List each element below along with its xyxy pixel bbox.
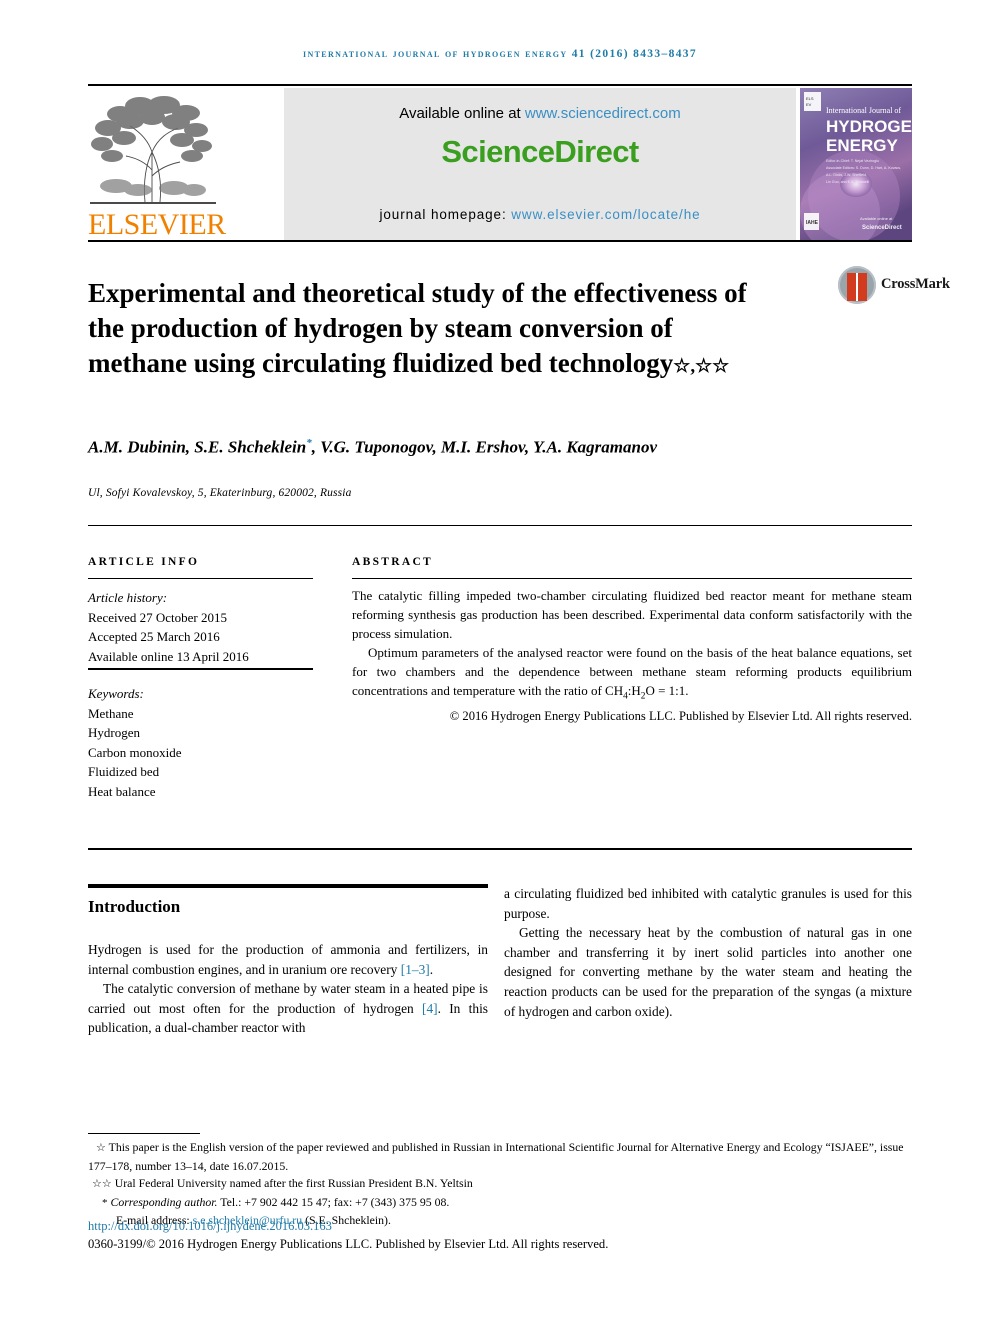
article-history-label: Article history: <box>88 590 168 605</box>
abstract-paragraph-1: The catalytic filling impeded two-chambe… <box>352 588 912 641</box>
issn-copyright-line: 0360-3199/© 2016 Hydrogen Energy Publica… <box>88 1237 609 1251</box>
doi-link[interactable]: http://dx.doi.org/10.1016/j.ijhydene.201… <box>88 1219 332 1234</box>
body-column-left: Hydrogen is used for the production of a… <box>88 940 488 1038</box>
elsevier-logo: ELSEVIER <box>88 88 226 241</box>
page-title: Experimental and theoretical study of th… <box>88 276 748 384</box>
sciencedirect-logo: ScienceDirect <box>441 134 639 169</box>
svg-text:ScienceDirect: ScienceDirect <box>862 225 902 231</box>
keyword-item: Carbon monoxide <box>88 744 182 760</box>
citation-ref-4[interactable]: [4] <box>422 1001 438 1016</box>
svg-text:EV: EV <box>806 102 812 107</box>
sciencedirect-url-link[interactable]: www.sciencedirect.com <box>525 105 681 122</box>
body-column-right: a circulating fluidized bed inhibited wi… <box>504 884 912 1021</box>
article-info-rule <box>88 578 313 579</box>
abstract-body: The catalytic filling impeded two-chambe… <box>352 586 912 726</box>
svg-text:Associate Editors: S. Dunn, D: Associate Editors: S. Dunn, D. Hart, A. … <box>826 166 901 170</box>
intro-paragraph-1: Hydrogen is used for the production of a… <box>88 940 488 979</box>
svg-text:ELS: ELS <box>806 96 814 101</box>
header-top-rule <box>88 84 912 86</box>
keywords-label: Keywords: <box>88 686 144 701</box>
title-text: Experimental and theoretical study of th… <box>88 278 747 379</box>
journal-cover-thumbnail: ELSEV International Journal of HYDROGEN … <box>800 88 912 240</box>
available-online-label: Available online at <box>399 105 521 122</box>
article-history-block: Article history: Received 27 October 201… <box>88 588 313 666</box>
available-online-line: Available online at www.sciencedirect.co… <box>284 105 796 122</box>
info-section-top-rule <box>88 525 912 526</box>
svg-text:International Journal of: International Journal of <box>826 106 901 115</box>
intro-paragraph-2: The catalytic conversion of methane by w… <box>88 979 488 1038</box>
intro-p1-text-b: . <box>429 961 434 977</box>
footnote-1-marker: ☆ <box>96 1142 106 1154</box>
abstract-p2-part2: :H <box>627 683 641 698</box>
header-bottom-rule <box>88 240 912 242</box>
article-info-heading: ARTICLE INFO <box>88 556 200 568</box>
journal-homepage-label: journal homepage: <box>379 207 507 222</box>
keyword-item: Hydrogen <box>88 725 140 740</box>
svg-text:IAHE: IAHE <box>806 220 819 226</box>
abstract-heading: ABSTRACT <box>352 556 434 568</box>
svg-text:Available online at: Available online at <box>860 216 893 221</box>
intro-right-paragraph-1: a circulating fluidized bed inhibited wi… <box>504 886 912 921</box>
elsevier-tree-icon <box>90 96 216 204</box>
sciencedirect-banner: Available online at www.sciencedirect.co… <box>284 88 796 240</box>
authors-secondary: , V.G. Tuponogov, M.I. Ershov, Y.A. Kagr… <box>311 437 658 457</box>
footnotes-block: ☆ This paper is the English version of t… <box>88 1139 914 1230</box>
svg-text:Editor-in-Chief: T. Nejat Vez: Editor-in-Chief: T. Nejat Veziroglu <box>826 159 879 163</box>
footnote-3-marker: * <box>102 1196 108 1209</box>
footnote-2: ☆☆ Ural Federal University named after t… <box>88 1175 914 1194</box>
elsevier-wordmark: ELSEVIER <box>88 208 226 241</box>
keywords-rule <box>88 668 313 670</box>
corresponding-author-phone: Tel.: +7 902 442 15 47; fax: +7 (343) 37… <box>217 1194 450 1209</box>
citation-ref-1-3[interactable]: [1–3] <box>401 962 430 977</box>
abstract-copyright: © 2016 Hydrogen Energy Publications LLC.… <box>449 708 912 723</box>
article-received-date: Received 27 October 2015 <box>88 609 227 625</box>
footnote-1-text: This paper is the English version of the… <box>88 1140 904 1173</box>
svg-text:ENERGY: ENERGY <box>826 136 898 155</box>
journal-homepage-line: journal homepage: www.elsevier.com/locat… <box>284 207 796 222</box>
crossmark-icon <box>838 266 876 304</box>
authors-primary: A.M. Dubinin, S.E. Shcheklein <box>88 437 307 457</box>
introduction-rule <box>88 884 488 888</box>
introduction-heading: Introduction <box>88 897 181 916</box>
abstract-rule <box>352 578 912 579</box>
affiliation: Ul, Sofyi Kovalevskoy, 5, Ekaterinburg, … <box>88 487 352 499</box>
abstract-paragraph-2: Optimum parameters of the analysed react… <box>352 643 912 707</box>
keyword-item: Methane <box>88 705 134 721</box>
journal-cover-art: ELSEV International Journal of HYDROGEN … <box>800 88 912 240</box>
journal-header-band: ELSEVIER Available online at www.science… <box>88 84 912 242</box>
footnote-2-marker: ☆☆ <box>92 1178 112 1190</box>
title-footnote-marks: ☆,☆☆ <box>673 356 730 378</box>
author-list: A.M. Dubinin, S.E. Shcheklein*, V.G. Tup… <box>88 431 768 460</box>
footnote-1: ☆ This paper is the English version of t… <box>88 1139 914 1175</box>
crossmark-label: CrossMark <box>881 276 950 292</box>
intro-right-paragraph-2: Getting the necessary heat by the combus… <box>504 925 912 1019</box>
keyword-item: Heat balance <box>88 783 156 799</box>
crossmark-badge[interactable]: CrossMark <box>838 264 950 308</box>
article-first-page: International Journal of Hydrogen Energy… <box>0 0 992 1323</box>
keyword-item: Fluidized bed <box>88 764 160 779</box>
running-head: International Journal of Hydrogen Energy… <box>302 48 697 60</box>
abstract-p2-part3: O = 1:1. <box>645 683 689 698</box>
article-available-online-date: Available online 13 April 2016 <box>88 648 249 664</box>
svg-text:A.L. Dicks, J.W. Sheffield,: A.L. Dicks, J.W. Sheffield, <box>826 173 867 177</box>
footnote-2-text: Ural Federal University named after the … <box>114 1176 473 1190</box>
footnote-3: * Corresponding author. Tel.: +7 902 442… <box>88 1194 914 1213</box>
journal-homepage-link[interactable]: www.elsevier.com/locate/he <box>511 207 700 222</box>
corresponding-author-label: Corresponding author. <box>110 1194 218 1209</box>
crossmark-book-glyph <box>847 273 867 301</box>
info-section-bottom-rule <box>88 848 912 850</box>
footnote-separator-rule <box>88 1133 200 1134</box>
article-accepted-date: Accepted 25 March 2016 <box>88 629 220 644</box>
keywords-block: Keywords: Methane Hydrogen Carbon monoxi… <box>88 684 313 801</box>
svg-text:HYDROGEN: HYDROGEN <box>826 117 912 136</box>
svg-text:Lin Guo, and E.A. Ticianelli: Lin Guo, and E.A. Ticianelli <box>826 180 869 184</box>
